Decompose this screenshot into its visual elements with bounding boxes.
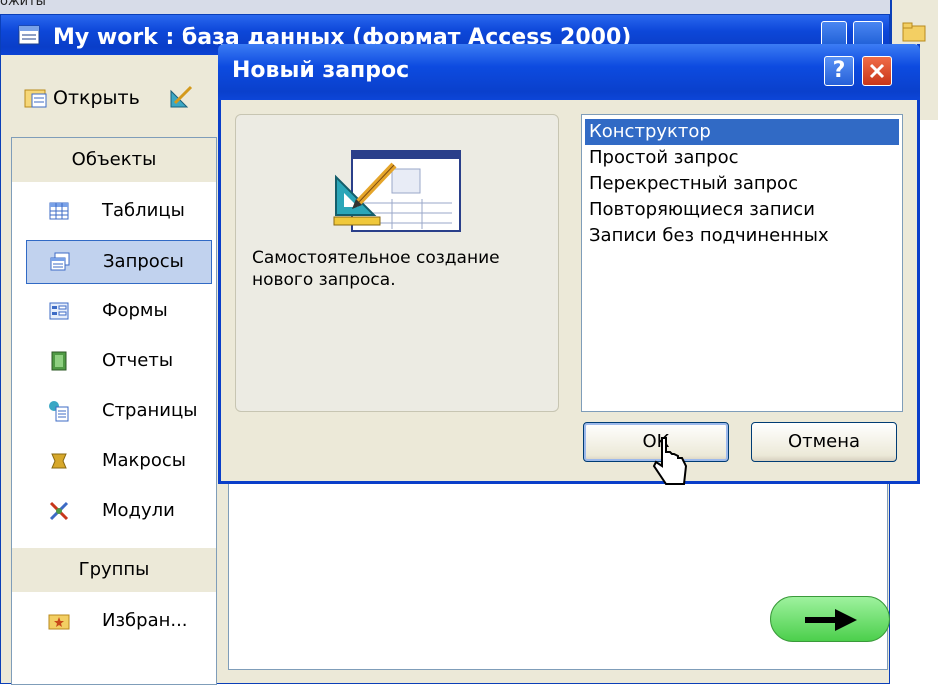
background-window-strip: ожиты bbox=[0, 0, 938, 14]
table-icon bbox=[49, 202, 69, 220]
open-label: Открыть bbox=[53, 87, 140, 109]
object-item-label: Отчеты bbox=[102, 350, 174, 371]
object-item-label: Страницы bbox=[102, 400, 198, 421]
form-icon bbox=[49, 302, 69, 320]
list-item-unmatched[interactable]: Записи без подчиненных bbox=[585, 223, 899, 249]
query-description: Самостоятельное создание нового запроса. bbox=[252, 248, 500, 290]
object-item-macros[interactable]: Макросы bbox=[26, 440, 212, 484]
object-item-queries[interactable]: Запросы bbox=[26, 240, 212, 284]
close-icon bbox=[869, 63, 885, 79]
dialog-titlebar[interactable]: Новый запрос ? bbox=[218, 44, 920, 100]
help-button[interactable]: ? bbox=[824, 56, 854, 86]
dialog-title: Новый запрос bbox=[232, 58, 410, 83]
object-item-forms[interactable]: Формы bbox=[26, 290, 212, 334]
object-item-label: Запросы bbox=[103, 251, 184, 272]
query-icon bbox=[50, 252, 70, 271]
module-icon bbox=[49, 501, 69, 521]
report-icon bbox=[51, 351, 67, 371]
list-item-crosstab-query[interactable]: Перекрестный запрос bbox=[585, 171, 899, 197]
next-arrow-button[interactable] bbox=[770, 596, 890, 642]
folder-icon bbox=[902, 22, 926, 42]
groups-header[interactable]: Группы bbox=[12, 548, 216, 592]
mouse-cursor-icon bbox=[652, 437, 688, 485]
open-icon bbox=[24, 89, 47, 108]
objects-header[interactable]: Объекты bbox=[12, 138, 216, 182]
macro-icon bbox=[51, 453, 67, 469]
object-item-label: Формы bbox=[102, 300, 168, 321]
page-icon bbox=[49, 401, 69, 422]
design-icon[interactable] bbox=[169, 83, 195, 109]
database-icon bbox=[18, 25, 40, 45]
query-preview-panel: Самостоятельное создание нового запроса. bbox=[235, 114, 559, 412]
list-item-simple-query[interactable]: Простой запрос bbox=[585, 145, 899, 171]
group-item-label: Избран... bbox=[102, 610, 188, 631]
arrow-right-icon bbox=[805, 609, 857, 631]
favorites-folder-icon bbox=[48, 614, 70, 630]
object-item-label: Таблицы bbox=[102, 200, 185, 221]
background-text: ожиты bbox=[0, 0, 46, 9]
object-item-label: Модули bbox=[102, 500, 175, 521]
list-item-duplicates[interactable]: Повторяющиеся записи bbox=[585, 197, 899, 223]
query-designer-illustration-icon bbox=[333, 150, 461, 232]
close-button[interactable] bbox=[862, 56, 892, 86]
list-item-designer[interactable]: Конструктор bbox=[585, 119, 899, 145]
new-query-dialog: Новый запрос ? Самостоятельное создание … bbox=[218, 44, 920, 484]
cancel-button[interactable]: Отмена bbox=[751, 422, 897, 462]
object-item-pages[interactable]: Страницы bbox=[26, 390, 212, 434]
group-item-favorites[interactable]: Избран... bbox=[26, 600, 212, 644]
object-item-modules[interactable]: Модули bbox=[26, 490, 212, 534]
object-item-reports[interactable]: Отчеты bbox=[26, 340, 212, 384]
object-bar: Объекты Таблицы Запросы Формы Отчеты Стр… bbox=[11, 137, 217, 685]
object-item-tables[interactable]: Таблицы bbox=[26, 190, 212, 234]
object-item-label: Макросы bbox=[102, 450, 186, 471]
query-type-list[interactable]: Конструктор Простой запрос Перекрестный … bbox=[581, 114, 903, 412]
